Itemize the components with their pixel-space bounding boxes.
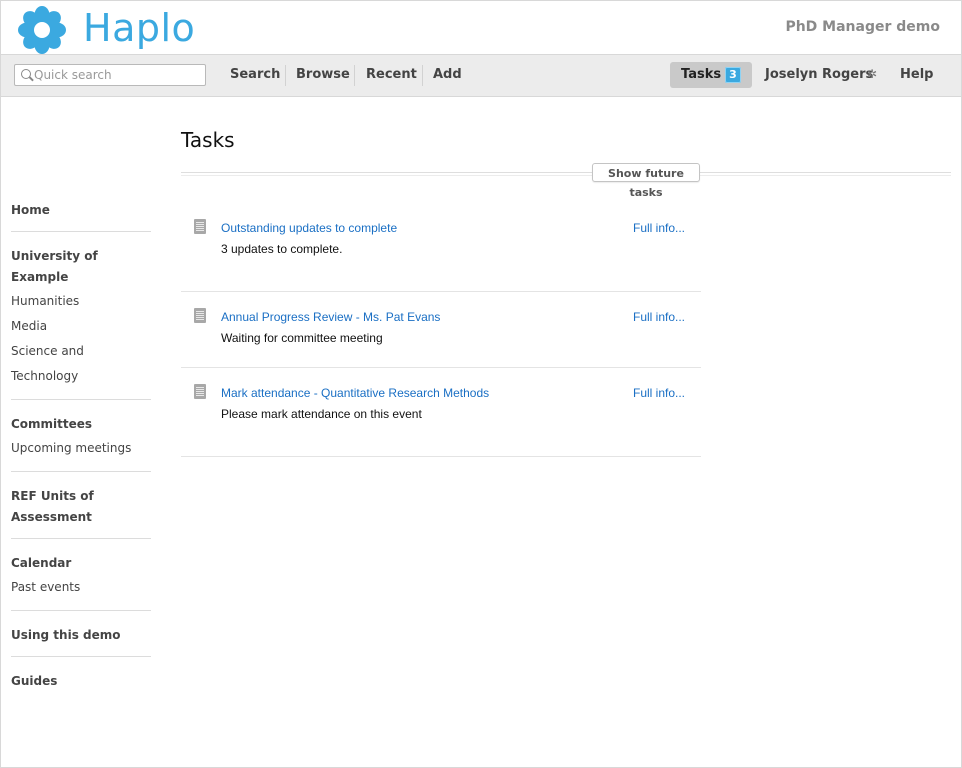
sidebar-item-guides[interactable]: Guides — [11, 671, 151, 692]
brand-name[interactable]: Haplo — [83, 6, 195, 50]
document-icon — [194, 219, 206, 234]
nav-divider — [354, 65, 355, 86]
sidebar-group-guides: Guides — [11, 671, 151, 702]
tasks-label: Tasks — [681, 67, 722, 82]
task-title-link[interactable]: Outstanding updates to complete — [221, 221, 397, 235]
gear-icon[interactable]: ✲ — [867, 67, 877, 81]
nav-add[interactable]: Add — [433, 67, 462, 82]
task-item: Annual Progress Review - Ms. Pat Evans W… — [181, 292, 701, 368]
sidebar-item-home[interactable]: Home — [11, 200, 151, 221]
sidebar-item-using-this-demo[interactable]: Using this demo — [11, 625, 151, 646]
full-info-link[interactable]: Full info... — [633, 221, 685, 235]
full-info-link[interactable]: Full info... — [633, 310, 685, 324]
tasks-count-badge: 3 — [725, 67, 741, 83]
document-icon — [194, 384, 206, 399]
task-description: Waiting for committee meeting — [221, 331, 383, 345]
show-future-tasks-button[interactable]: Show future tasks — [592, 163, 700, 199]
sidebar-item-humanities[interactable]: Humanities — [11, 289, 151, 314]
site-name: PhD Manager demo — [785, 19, 940, 35]
sidebar-item-past-events[interactable]: Past events — [11, 575, 151, 600]
sidebar-item-media[interactable]: Media — [11, 314, 151, 339]
nav-browse[interactable]: Browse — [296, 67, 350, 82]
sidebar-group-university: University of Example Humanities Media S… — [11, 246, 151, 400]
task-item: Mark attendance - Quantitative Research … — [181, 368, 701, 457]
flower-logo-icon[interactable] — [17, 5, 67, 55]
page-title: Tasks — [181, 128, 235, 152]
nav-recent[interactable]: Recent — [366, 67, 417, 82]
sidebar-item-committees[interactable]: Committees — [11, 414, 151, 435]
sidebar-item-upcoming-meetings[interactable]: Upcoming meetings — [11, 436, 151, 461]
document-icon — [194, 308, 206, 323]
nav-divider — [422, 65, 423, 86]
title-divider — [181, 172, 951, 176]
sidebar-item-ref-units[interactable]: REF Units of Assessment — [11, 486, 151, 528]
tasks-button[interactable]: Tasks 3 — [670, 62, 752, 88]
help-link[interactable]: Help — [900, 67, 933, 82]
search-input[interactable] — [34, 66, 199, 83]
sidebar-group-demo: Using this demo — [11, 625, 151, 657]
search-icon — [21, 69, 31, 79]
toolbar: Search Browse Recent Add Tasks 3 Joselyn… — [1, 54, 961, 97]
sidebar-group-ref: REF Units of Assessment — [11, 486, 151, 539]
sidebar: Home University of Example Humanities Me… — [11, 200, 151, 716]
header: Haplo PhD Manager demo — [1, 1, 961, 55]
sidebar-group-home: Home — [11, 200, 151, 232]
user-menu[interactable]: Joselyn Rogers — [765, 67, 873, 82]
sidebar-item-calendar[interactable]: Calendar — [11, 553, 151, 574]
full-info-link[interactable]: Full info... — [633, 386, 685, 400]
sidebar-group-calendar: Calendar Past events — [11, 553, 151, 611]
nav-divider — [285, 65, 286, 86]
task-description: 3 updates to complete. — [221, 242, 343, 256]
sidebar-group-committees: Committees Upcoming meetings — [11, 414, 151, 472]
task-item: Outstanding updates to complete 3 update… — [181, 198, 701, 292]
task-description: Please mark attendance on this event — [221, 407, 422, 421]
quick-search-box[interactable] — [14, 64, 206, 86]
sidebar-item-university-of-example[interactable]: University of Example — [11, 246, 151, 288]
task-title-link[interactable]: Annual Progress Review - Ms. Pat Evans — [221, 310, 440, 324]
nav-search[interactable]: Search — [230, 67, 280, 82]
sidebar-item-science-and-technology[interactable]: Science and Technology — [11, 339, 151, 389]
task-title-link[interactable]: Mark attendance - Quantitative Research … — [221, 386, 489, 400]
